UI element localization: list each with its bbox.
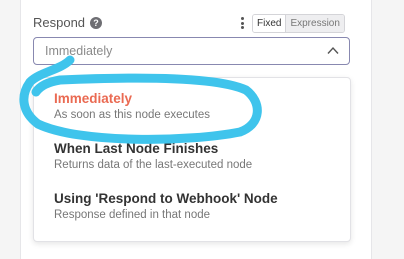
fixed-expression-toggle: Fixed Expression [252,14,345,33]
option-title: Immediately [54,91,133,106]
respond-select-value: Immediately [45,44,113,58]
mode-expression-button[interactable]: Expression [286,15,344,32]
question-circle-icon[interactable]: ? [90,16,103,29]
respond-field-label: Respond ? [33,15,103,30]
respond-dropdown-menu: Immediately As soon as this node execute… [33,77,351,242]
option-title: When Last Node Finishes [54,141,219,156]
option-title: Using 'Respond to Webhook' Node [54,191,278,206]
option-description: Returns data of the last-executed node [54,159,253,171]
option-description: Response defined in that node [54,209,211,221]
mode-fixed-button[interactable]: Fixed [253,15,287,32]
kebab-icon[interactable] [240,17,244,29]
respond-label-text: Respond [33,15,86,30]
chevron-up-icon [327,46,339,54]
dropdown-option-respond-to-webhook-node[interactable]: Using 'Respond to Webhook' Node Response… [54,191,278,221]
dropdown-option-immediately[interactable]: Immediately As soon as this node execute… [54,91,210,121]
dropdown-option-when-last-node-finishes[interactable]: When Last Node Finishes Returns data of … [54,141,252,171]
option-description: As soon as this node executes [54,109,210,121]
respond-select[interactable]: Immediately [33,37,350,65]
